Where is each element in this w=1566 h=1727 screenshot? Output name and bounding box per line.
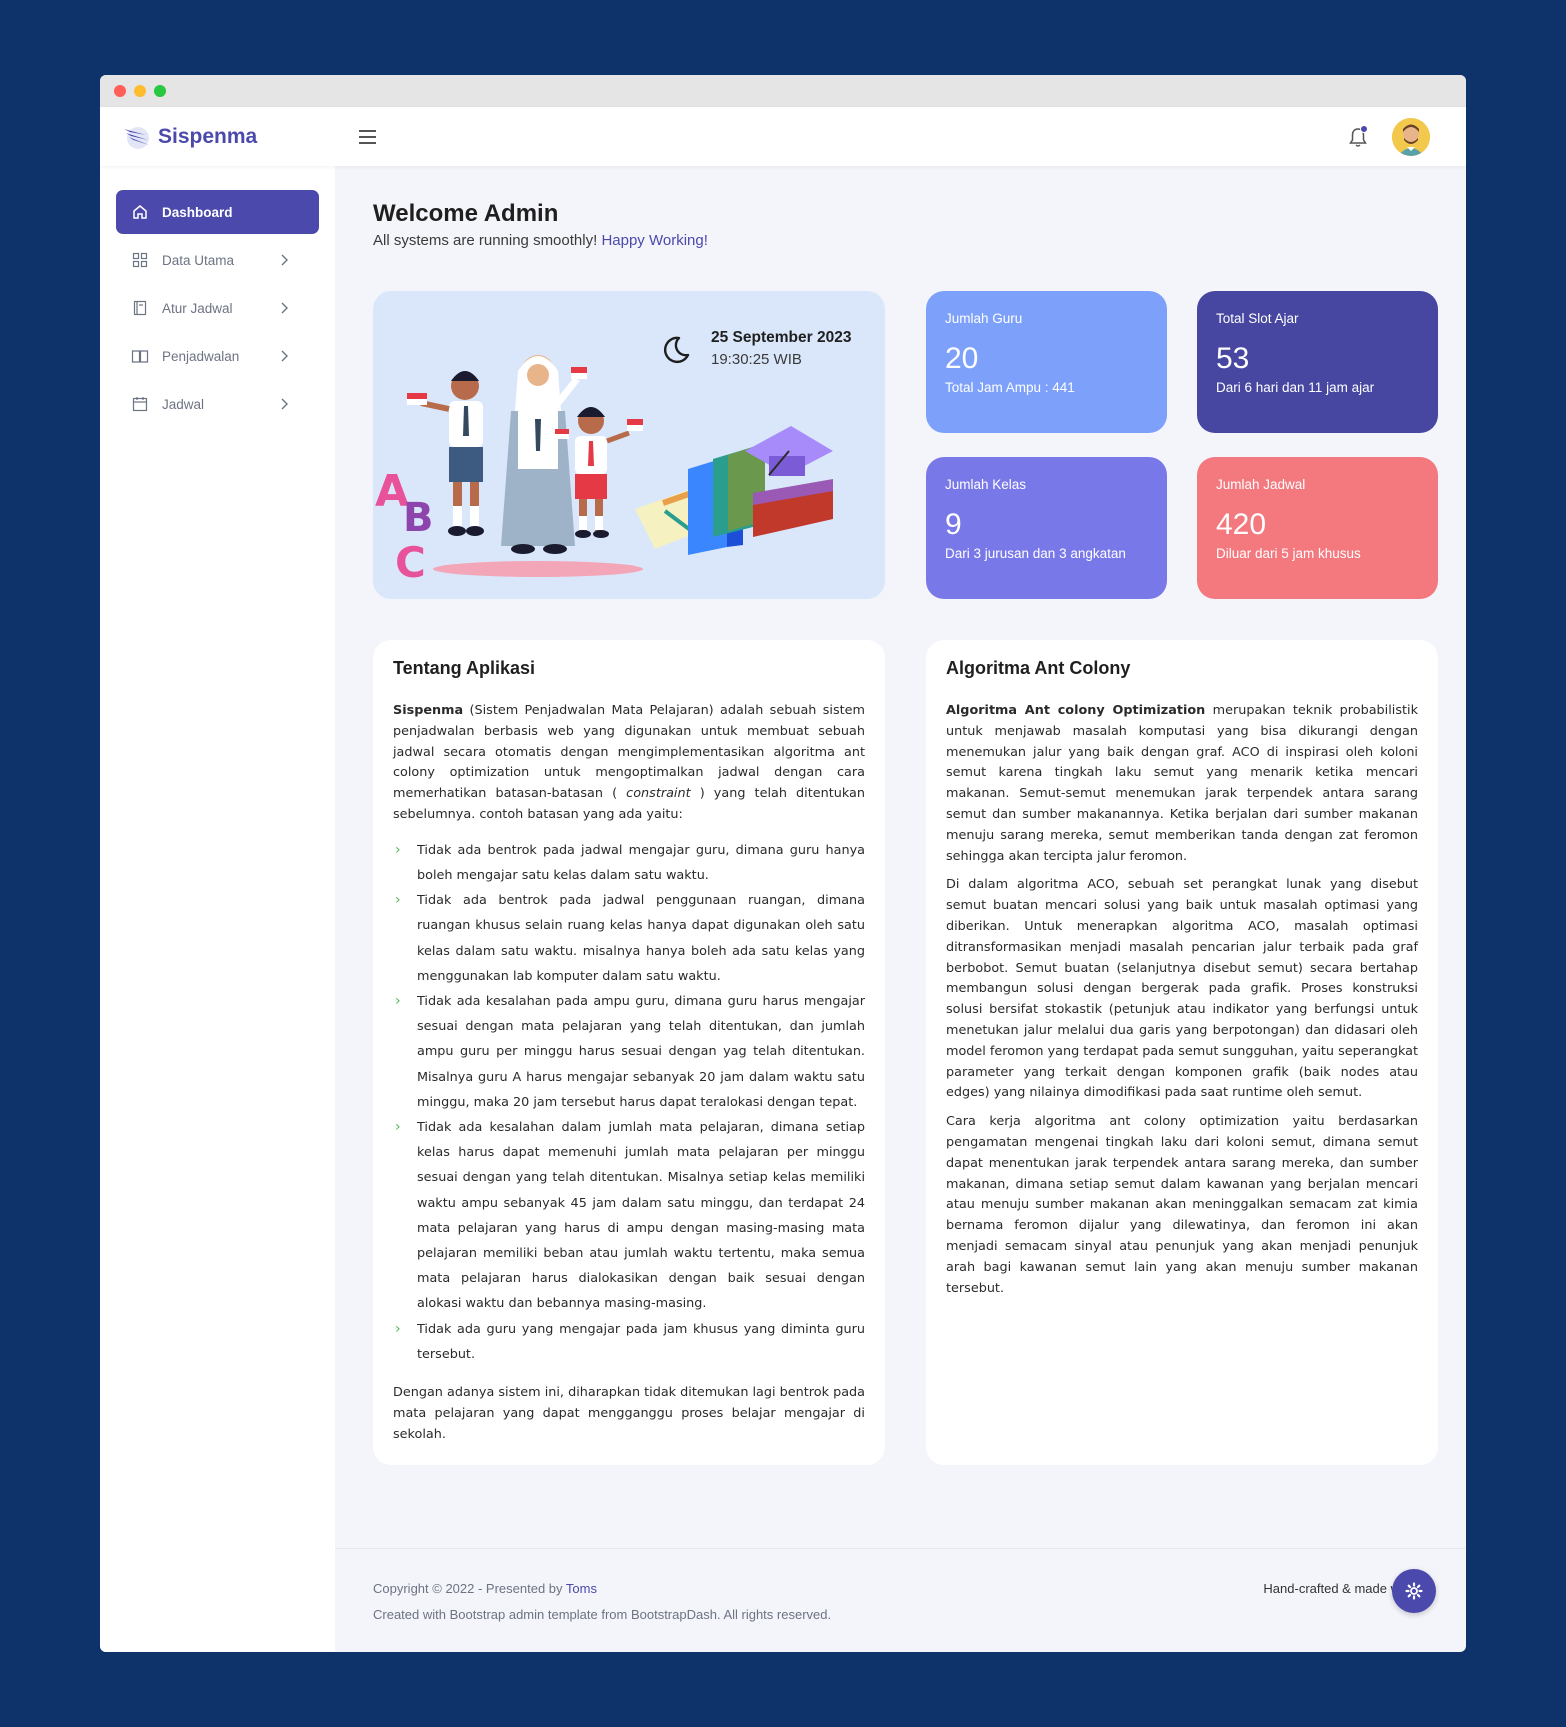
home-icon	[131, 203, 149, 221]
stat-value: 9	[945, 508, 962, 541]
chevron-right-icon: ›	[395, 1320, 401, 1337]
notification-bell-icon[interactable]	[1346, 124, 1370, 149]
chevron-right-icon	[281, 302, 288, 314]
stat-card-jumlah-guru[interactable]: Jumlah Guru 20 Total Jam Ampu : 441	[926, 291, 1167, 433]
chevron-right-icon: ›	[395, 1119, 401, 1136]
open-book-icon	[131, 347, 149, 365]
close-window-button[interactable]	[114, 85, 126, 97]
about-app-card: Tentang Aplikasi Sispenma (Sistem Penjad…	[373, 640, 885, 1465]
aco-paragraph-3: Cara kerja algoritma ant colony optimiza…	[946, 1114, 1418, 1296]
stat-subtext: Diluar dari 5 jam khusus	[1216, 546, 1361, 561]
list-item: › Tidak ada kesalahan pada ampu guru, dim…	[393, 989, 865, 1115]
about-intro: Sispenma (Sistem Penjadwalan Mata Pelaja…	[393, 703, 865, 822]
stat-value: 20	[945, 342, 979, 375]
book-icon	[131, 299, 149, 317]
stat-card-jumlah-kelas[interactable]: Jumlah Kelas 9 Dari 3 jurusan dan 3 angk…	[926, 457, 1167, 599]
stat-subtext: Dari 3 jurusan dan 3 angkatan	[945, 546, 1126, 561]
welcome-subtitle: All systems are running smoothly! Happy …	[373, 232, 708, 249]
maximize-window-button[interactable]	[154, 85, 166, 97]
stat-label: Jumlah Jadwal	[1216, 477, 1306, 492]
aco-paragraph-1: Algoritma Ant colony Optimization merupa…	[946, 703, 1418, 864]
sidebar-item-jadwal[interactable]: Jadwal	[116, 382, 319, 426]
hero-card: 25 September 2023 19:30:25 WIB A B C	[373, 291, 885, 599]
stat-label: Total Slot Ajar	[1216, 311, 1299, 326]
menu-toggle-icon[interactable]	[359, 129, 376, 144]
sidebar-item-dashboard[interactable]: Dashboard	[116, 190, 319, 234]
footer: Copyright © 2022 - Presented by Toms Cre…	[335, 1548, 1466, 1652]
list-item: › Tidak ada bentrok pada jadwal penggunaa…	[393, 888, 865, 989]
stat-card-total-slot-ajar[interactable]: Total Slot Ajar 53 Dari 6 hari dan 11 ja…	[1197, 291, 1438, 433]
window-titlebar	[100, 75, 1466, 107]
chevron-right-icon: ›	[395, 892, 401, 909]
browser-window: Sispenma Dashboard Data Utama Atur Jadwa…	[100, 75, 1466, 1652]
stat-value: 420	[1216, 508, 1267, 541]
stat-subtext: Dari 6 hari dan 11 jam ajar	[1216, 380, 1375, 395]
author-link[interactable]: Toms	[566, 1581, 597, 1596]
footer-handcrafted: Hand-crafted & made w	[1263, 1581, 1400, 1596]
chevron-right-icon: ›	[395, 841, 401, 858]
chevron-right-icon	[281, 350, 288, 362]
stat-card-jumlah-jadwal[interactable]: Jumlah Jadwal 420 Diluar dari 5 jam khus…	[1197, 457, 1438, 599]
brand-logo[interactable]: Sispenma	[122, 123, 372, 151]
stat-value: 53	[1216, 342, 1250, 375]
chevron-right-icon	[281, 398, 288, 410]
notification-dot	[1360, 124, 1368, 133]
aco-card: Algoritma Ant Colony Algoritma Ant colon…	[926, 640, 1438, 1465]
list-item: › Tidak ada guru yang mengajar pada jam k…	[393, 1317, 865, 1367]
list-item: › Tidak ada bentrok pada jadwal mengajar …	[393, 838, 865, 888]
settings-button[interactable]	[1392, 1569, 1436, 1613]
sidebar-item-label: Penjadwalan	[162, 348, 240, 364]
calendar-icon	[131, 395, 149, 413]
svg-text:B: B	[403, 495, 434, 541]
sidebar: Dashboard Data Utama Atur Jadwal Penjadw…	[100, 166, 335, 1652]
brand-wing-icon	[124, 126, 149, 149]
sidebar-item-label: Jadwal	[162, 396, 205, 412]
brand-name: Sispenma	[158, 124, 258, 148]
minimize-window-button[interactable]	[134, 85, 146, 97]
sidebar-item-label: Dashboard	[162, 204, 233, 220]
gear-icon	[1405, 1582, 1423, 1600]
welcome-section: Welcome Admin All systems are running sm…	[373, 200, 708, 249]
stat-label: Jumlah Guru	[945, 311, 1023, 326]
chevron-right-icon: ›	[395, 993, 401, 1009]
user-avatar[interactable]	[1392, 117, 1430, 156]
constraint-list: › Tidak ada bentrok pada jadwal mengajar …	[393, 838, 865, 1367]
main-content: Welcome Admin All systems are running sm…	[335, 166, 1466, 1652]
top-navbar: Sispenma	[100, 107, 1466, 166]
chevron-right-icon	[281, 254, 288, 266]
svg-text:C: C	[395, 538, 426, 587]
aco-paragraph-2: Di dalam algoritma ACO, sebuah set peran…	[946, 877, 1418, 1101]
stat-subtext: Total Jam Ampu : 441	[945, 380, 1075, 395]
school-illustration: A B C	[375, 355, 833, 587]
footer-copyright: Copyright © 2022 - Presented by Toms	[373, 1581, 597, 1596]
stat-label: Jumlah Kelas	[945, 477, 1027, 492]
card-title: Algoritma Ant Colony	[946, 658, 1131, 678]
grid-icon	[131, 251, 149, 269]
sidebar-item-atur-jadwal[interactable]: Atur Jadwal	[116, 286, 319, 330]
sidebar-item-label: Atur Jadwal	[162, 300, 233, 316]
card-title: Tentang Aplikasi	[393, 658, 536, 678]
footer-credit: Created with Bootstrap admin template fr…	[373, 1607, 832, 1622]
sidebar-item-penjadwalan[interactable]: Penjadwalan	[116, 334, 319, 378]
sidebar-item-data-utama[interactable]: Data Utama	[116, 238, 319, 282]
sidebar-item-label: Data Utama	[162, 252, 235, 268]
page-title: Welcome Admin	[373, 200, 559, 227]
list-item: › Tidak ada kesalahan dalam jumlah mata p…	[393, 1115, 865, 1317]
about-closing: Dengan adanya sistem ini, diharapkan tid…	[393, 1385, 865, 1442]
